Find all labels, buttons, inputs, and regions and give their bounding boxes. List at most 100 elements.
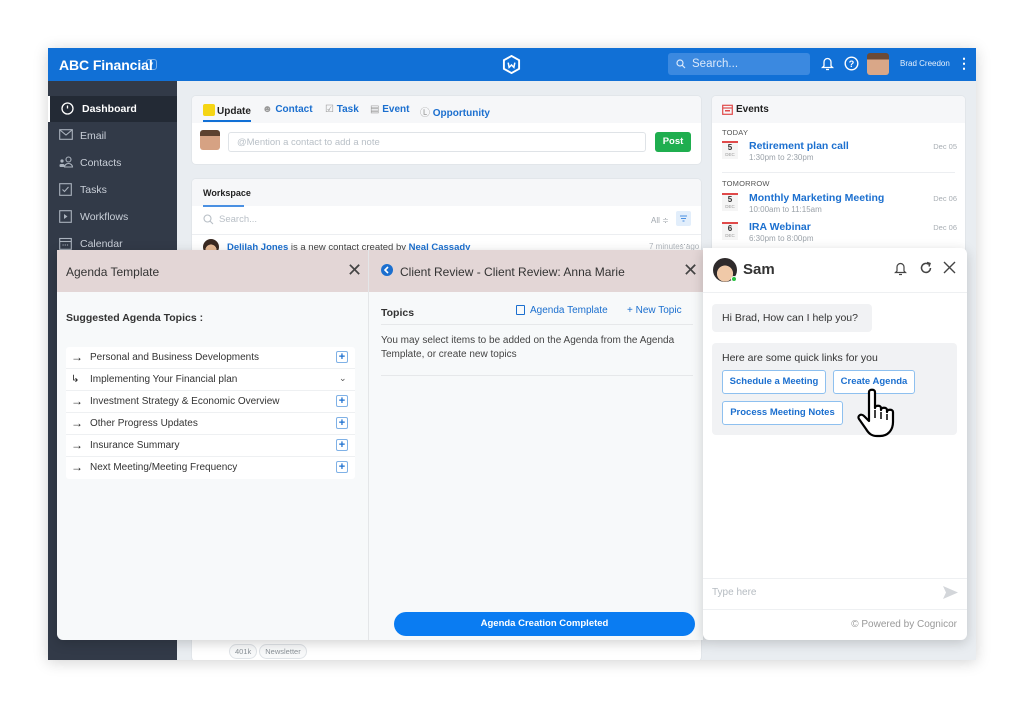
sidebar-item-workflows[interactable]: Workflows [48, 204, 177, 230]
help-icon[interactable]: ? [844, 56, 859, 71]
more-menu-icon[interactable]: ⋮ [957, 56, 971, 70]
topic-item[interactable]: → Insurance Summary + [66, 435, 355, 457]
add-topic-icon[interactable]: + [336, 351, 348, 363]
tab-label: Event [382, 104, 410, 115]
topic-label: Investment Strategy & Economic Overview [90, 396, 280, 407]
process-meeting-notes-button[interactable]: Process Meeting Notes [722, 401, 843, 425]
event-item[interactable]: 5 DEC Monthly Marketing Meeting 10:00am to … [722, 192, 957, 214]
sidebar-item-label: Contacts [80, 157, 122, 169]
agenda-template-link[interactable]: Agenda Template [516, 305, 608, 316]
brand-name[interactable]: ABC Financial [59, 57, 153, 73]
tab-update[interactable]: Update [203, 104, 251, 117]
tag[interactable]: 401k [229, 644, 258, 659]
assistant-message: Hi Brad, How can I help you? [712, 304, 872, 332]
tasks-icon [59, 183, 72, 196]
divider [722, 172, 955, 173]
event-name[interactable]: Retirement plan call [749, 140, 849, 152]
add-topic-icon[interactable]: + [336, 461, 348, 473]
global-search-input[interactable]: Search... [668, 53, 810, 75]
tab-opportunity[interactable]: Ⓛ Opportunity [420, 104, 490, 119]
event-date: Dec 06 [933, 194, 957, 203]
filter-all-select[interactable]: All ≑ [651, 216, 669, 225]
divider [192, 234, 701, 235]
topic-item[interactable]: → Other Progress Updates + [66, 413, 355, 435]
chat-input[interactable]: Type here [712, 587, 756, 598]
event-name[interactable]: IRA Webinar [749, 221, 811, 233]
arrow-icon: → [71, 394, 83, 408]
note-input[interactable]: @Mention a contact to add a note [228, 132, 646, 152]
event-name[interactable]: Monthly Marketing Meeting [749, 192, 884, 204]
event-time: 1:30pm to 2:30pm [749, 153, 814, 162]
document-icon [516, 305, 525, 315]
divider [381, 324, 693, 325]
chevron-down-icon[interactable]: ⌄ [339, 373, 347, 384]
tab-task[interactable]: ☑ Task [325, 104, 359, 115]
event-date: Dec 06 [933, 223, 957, 232]
event-group-label: TOMORROW [722, 179, 770, 188]
workspace-title[interactable]: Workspace [203, 188, 251, 198]
sidebar-item-label: Workflows [80, 211, 129, 223]
chat-assistant-panel: Sam Hi Brad, How can I help you? Here ar… [703, 248, 967, 640]
sidebar-item-tasks[interactable]: Tasks [48, 177, 177, 203]
post-button[interactable]: Post [655, 132, 691, 152]
divider [381, 375, 693, 376]
sidebar-item-email[interactable]: Email [48, 123, 177, 149]
topic-item[interactable]: ↳ Implementing Your Financial plan ⌄ [66, 369, 355, 391]
bell-icon[interactable] [821, 56, 834, 71]
contacts-icon [59, 156, 74, 168]
sidebar-item-dashboard[interactable]: Dashboard [48, 96, 177, 122]
link-label: Agenda Template [530, 305, 608, 316]
bell-icon[interactable] [894, 261, 907, 276]
divider [703, 578, 967, 579]
workspace-search-input[interactable]: Search... [203, 214, 257, 225]
app-logo-icon [502, 55, 521, 74]
user-name[interactable]: Brad Creedon [900, 59, 950, 68]
topic-item[interactable]: → Investment Strategy & Economic Overview… [66, 391, 355, 413]
send-icon[interactable] [943, 586, 958, 599]
sidebar-item-contacts[interactable]: Contacts [48, 150, 177, 176]
filter-button[interactable] [676, 211, 691, 226]
tab-label: Task [336, 104, 359, 115]
search-icon [203, 214, 214, 225]
arrow-icon: → [71, 416, 83, 430]
event-item[interactable]: 6 DEC IRA Webinar 6:30pm to 8:00pm Dec 06 [722, 221, 957, 243]
top-bar: ABC Financial ▾ Search... ? Brad Creedon… [48, 48, 976, 81]
filter-icon [680, 215, 687, 222]
tab-label: Update [217, 106, 251, 117]
add-topic-icon[interactable]: + [336, 395, 348, 407]
tab-event[interactable]: ▤ Event [370, 104, 409, 115]
back-icon[interactable] [381, 264, 393, 276]
add-topic-icon[interactable]: + [336, 417, 348, 429]
topic-item[interactable]: → Personal and Business Developments + [66, 347, 355, 369]
topic-item[interactable]: → Next Meeting/Meeting Frequency + [66, 457, 355, 479]
panel-header: Client Review - Client Review: Anna Mari… [369, 250, 703, 292]
close-icon[interactable] [943, 261, 956, 274]
close-icon[interactable]: ✕ [683, 261, 698, 279]
refresh-icon[interactable] [919, 261, 933, 275]
sidebar-item-label: Dashboard [82, 103, 137, 115]
events-title: Events [736, 104, 769, 115]
divider [703, 609, 967, 610]
note-icon [203, 104, 215, 116]
quick-links-message: Here are some quick links for you Schedu… [712, 343, 957, 435]
calendar-icon [722, 104, 733, 115]
tab-contact[interactable]: ☻ Contact [262, 104, 313, 115]
user-avatar[interactable] [867, 53, 889, 75]
agenda-creation-completed-button[interactable]: Agenda Creation Completed [394, 612, 695, 636]
panel-header: Agenda Template ✕ [57, 250, 368, 292]
close-icon[interactable]: ✕ [347, 261, 362, 279]
person-icon: ☻ [262, 104, 276, 115]
tag[interactable]: Newsletter [259, 644, 307, 659]
workspace-header: Workspace [192, 179, 701, 207]
new-topic-link[interactable]: + New Topic [627, 305, 682, 316]
brand-dropdown-icon[interactable]: ▾ [146, 59, 157, 70]
add-topic-icon[interactable]: + [336, 439, 348, 451]
schedule-meeting-button[interactable]: Schedule a Meeting [722, 370, 826, 394]
calendar-icon [59, 237, 72, 250]
event-item[interactable]: 5 DEC Retirement plan call 1:30pm to 2:30pm… [722, 140, 957, 162]
feed-more-icon[interactable]: ··· [680, 239, 689, 249]
month: DEC [725, 204, 735, 209]
topic-label: Next Meeting/Meeting Frequency [90, 462, 238, 473]
search-placeholder: Search... [219, 214, 258, 225]
dollar-icon: Ⓛ [420, 108, 433, 119]
